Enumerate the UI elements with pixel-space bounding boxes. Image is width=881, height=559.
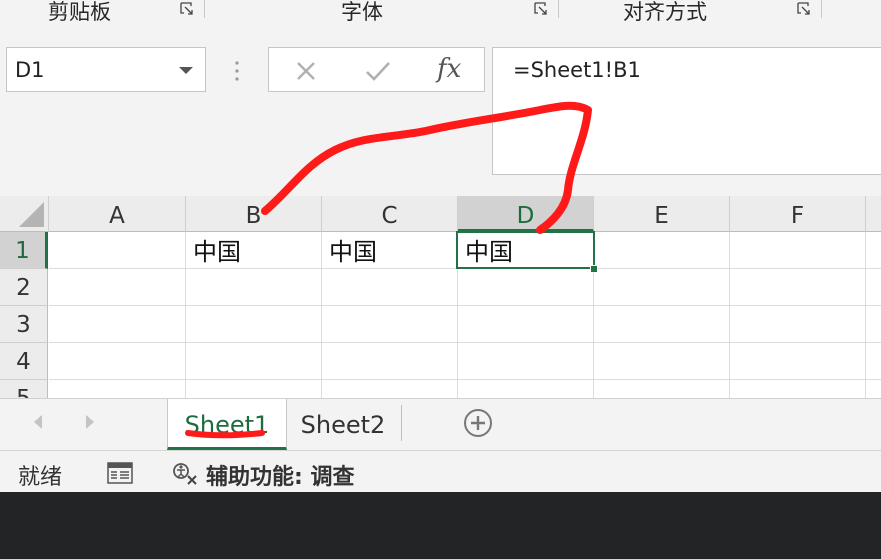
cell-d2[interactable] xyxy=(458,269,594,306)
formula-input[interactable]: =Sheet1!B1 xyxy=(492,47,881,175)
cell-c3[interactable] xyxy=(322,306,458,343)
cancel-icon[interactable] xyxy=(295,60,317,82)
cell-c4[interactable] xyxy=(322,343,458,380)
cell-a1[interactable] xyxy=(49,232,186,269)
cell-d3[interactable] xyxy=(458,306,594,343)
ribbon-separator xyxy=(204,0,205,18)
scroll-left-icon[interactable] xyxy=(34,415,42,429)
cell-a5[interactable] xyxy=(49,380,186,398)
macro-record-icon[interactable] xyxy=(107,462,133,484)
cell-c1[interactable]: 中国 xyxy=(322,232,458,269)
fill-handle[interactable] xyxy=(590,265,598,273)
insert-function-button[interactable]: fx xyxy=(437,54,461,84)
ribbon-group-bar: 剪贴板 字体 对齐方式 xyxy=(0,0,881,24)
cell-e1[interactable] xyxy=(594,232,730,269)
add-sheet-plus-icon[interactable] xyxy=(464,409,492,437)
cell-d5[interactable] xyxy=(458,380,594,398)
resize-handle-icon[interactable] xyxy=(234,60,240,82)
cell-d4[interactable] xyxy=(458,343,594,380)
sheet-tab-sheet2[interactable]: Sheet2 xyxy=(286,399,400,447)
cell-g2[interactable] xyxy=(866,269,881,306)
cell-g3[interactable] xyxy=(866,306,881,343)
worksheet-grid[interactable]: A B C D E F 1 2 3 4 5 中国中国中国 xyxy=(0,196,881,398)
chevron-down-icon[interactable] xyxy=(179,67,193,74)
select-all-corner[interactable] xyxy=(0,196,49,232)
enter-check-icon[interactable] xyxy=(365,60,391,82)
active-cell-border xyxy=(456,231,595,269)
sheet-tab-bar: Sheet1 Sheet2 xyxy=(0,398,881,451)
column-header-e[interactable]: E xyxy=(594,196,730,232)
row-header-5[interactable]: 5 xyxy=(0,380,48,398)
cell-e2[interactable] xyxy=(594,269,730,306)
row-header-1[interactable]: 1 xyxy=(0,232,48,269)
dialog-launcher-icon[interactable] xyxy=(180,2,194,16)
cell-c5[interactable] xyxy=(322,380,458,398)
name-box-value: D1 xyxy=(15,58,45,82)
cell-e4[interactable] xyxy=(594,343,730,380)
accessibility-checker-icon[interactable] xyxy=(172,462,200,486)
cell-a2[interactable] xyxy=(49,269,186,306)
cell-g1[interactable] xyxy=(866,232,881,269)
cell-b5[interactable] xyxy=(186,380,322,398)
cell-f2[interactable] xyxy=(730,269,866,306)
cell-f1[interactable] xyxy=(730,232,866,269)
cell-g4[interactable] xyxy=(866,343,881,380)
cell-f3[interactable] xyxy=(730,306,866,343)
ribbon-group-clipboard: 剪贴板 xyxy=(48,0,111,24)
tab-separator xyxy=(401,405,402,441)
column-header-g[interactable] xyxy=(866,196,881,232)
ribbon-group-font: 字体 xyxy=(341,0,383,24)
cell-b2[interactable] xyxy=(186,269,322,306)
cell-b1[interactable]: 中国 xyxy=(186,232,322,269)
cell-a4[interactable] xyxy=(49,343,186,380)
sheet-tab-sheet1[interactable]: Sheet1 xyxy=(167,399,287,450)
cell-a3[interactable] xyxy=(49,306,186,343)
formula-text: =Sheet1!B1 xyxy=(513,58,641,82)
row-header-4[interactable]: 4 xyxy=(0,343,48,380)
cell-f5[interactable] xyxy=(730,380,866,398)
column-header-a[interactable]: A xyxy=(49,196,186,232)
cell-f4[interactable] xyxy=(730,343,866,380)
cell-b3[interactable] xyxy=(186,306,322,343)
dialog-launcher-icon[interactable] xyxy=(534,2,548,16)
row-header-2[interactable]: 2 xyxy=(0,269,48,306)
ribbon-separator xyxy=(558,0,559,18)
cell-e5[interactable] xyxy=(594,380,730,398)
column-header-b[interactable]: B xyxy=(186,196,322,232)
cell-g5[interactable] xyxy=(866,380,881,398)
name-box[interactable]: D1 xyxy=(6,47,206,92)
accessibility-status[interactable]: 辅助功能: 调查 xyxy=(206,459,354,491)
column-header-c[interactable]: C xyxy=(322,196,458,232)
dialog-launcher-icon[interactable] xyxy=(797,2,811,16)
cell-c2[interactable] xyxy=(322,269,458,306)
taskbar-strip xyxy=(0,492,881,559)
column-header-f[interactable]: F xyxy=(730,196,866,232)
ribbon-separator xyxy=(821,0,822,18)
cell-b4[interactable] xyxy=(186,343,322,380)
scroll-right-icon[interactable] xyxy=(86,415,94,429)
cell-e3[interactable] xyxy=(594,306,730,343)
status-bar: 就绪 辅助功能: 调查 xyxy=(0,450,881,493)
status-ready: 就绪 xyxy=(18,465,63,490)
formula-buttons: fx xyxy=(268,47,485,92)
row-header-3[interactable]: 3 xyxy=(0,306,48,343)
column-header-d[interactable]: D xyxy=(458,196,594,232)
ribbon-group-alignment: 对齐方式 xyxy=(623,0,707,24)
